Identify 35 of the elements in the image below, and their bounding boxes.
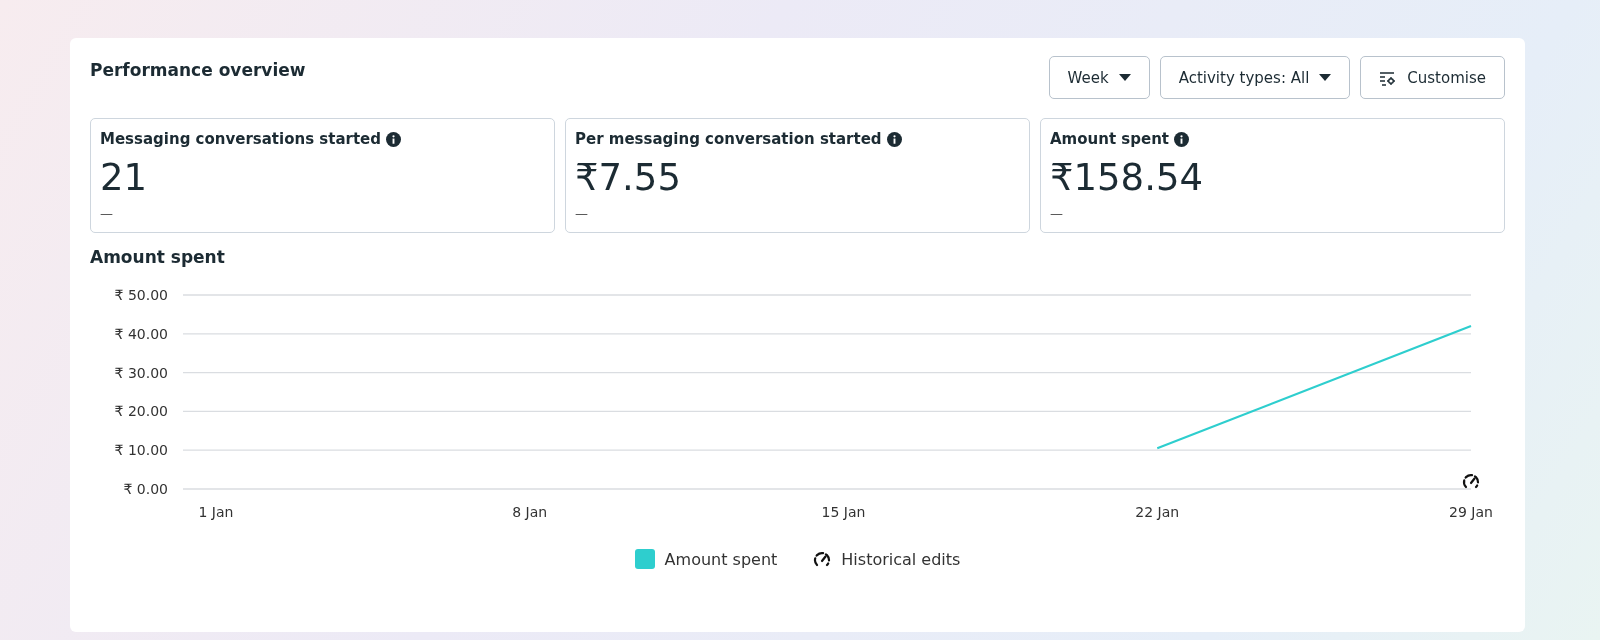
legend-label: Historical edits <box>841 549 961 569</box>
metric-title: Messaging conversations started <box>100 130 381 148</box>
x-axis-label: 1 Jan <box>198 504 234 520</box>
metric-comparison: — <box>1050 206 1064 221</box>
x-axis-label: 22 Jan <box>1135 504 1180 520</box>
metric-title: Amount spent <box>1050 130 1169 148</box>
x-axis-label: 29 Jan <box>1449 504 1493 520</box>
historical-edit-icon[interactable] <box>1462 474 1480 489</box>
metric-value: ₹158.54 <box>1050 156 1204 200</box>
dropdown-button[interactable]: Activity types: All <box>1159 56 1351 99</box>
metric-comparison: — <box>575 206 589 221</box>
metric-value: 21 <box>100 156 149 200</box>
section-title: Performance overview <box>90 60 306 80</box>
caret-icon <box>1118 74 1131 81</box>
metric-title: Per messaging conversation started <box>575 130 882 148</box>
legend-label: Amount spent <box>664 549 778 569</box>
info-icon[interactable] <box>886 131 902 147</box>
chart-title: Amount spent <box>90 247 225 267</box>
y-axis-label: ₹ 40.00 <box>114 325 168 342</box>
y-axis-label: ₹ 30.00 <box>114 364 168 381</box>
y-axis-label: ₹ 0.00 <box>123 481 168 497</box>
x-axis-label: 8 Jan <box>512 504 548 520</box>
metric-comparison: — <box>100 206 114 221</box>
y-axis-label: ₹ 50.00 <box>114 287 168 303</box>
settings-icon <box>1379 69 1398 86</box>
historical-edit-icon <box>813 551 832 567</box>
x-axis-label: 15 Jan <box>821 504 866 520</box>
info-icon[interactable] <box>1174 131 1189 147</box>
y-axis-label: ₹ 20.00 <box>114 403 168 420</box>
y-axis-label: ₹ 10.00 <box>114 442 168 459</box>
metric-value: ₹7.55 <box>575 156 682 200</box>
dropdown-button[interactable]: Week <box>1048 56 1150 99</box>
customise-button[interactable]: Customise <box>1360 56 1505 99</box>
caret-icon <box>1319 74 1332 81</box>
info-icon[interactable] <box>386 131 401 147</box>
